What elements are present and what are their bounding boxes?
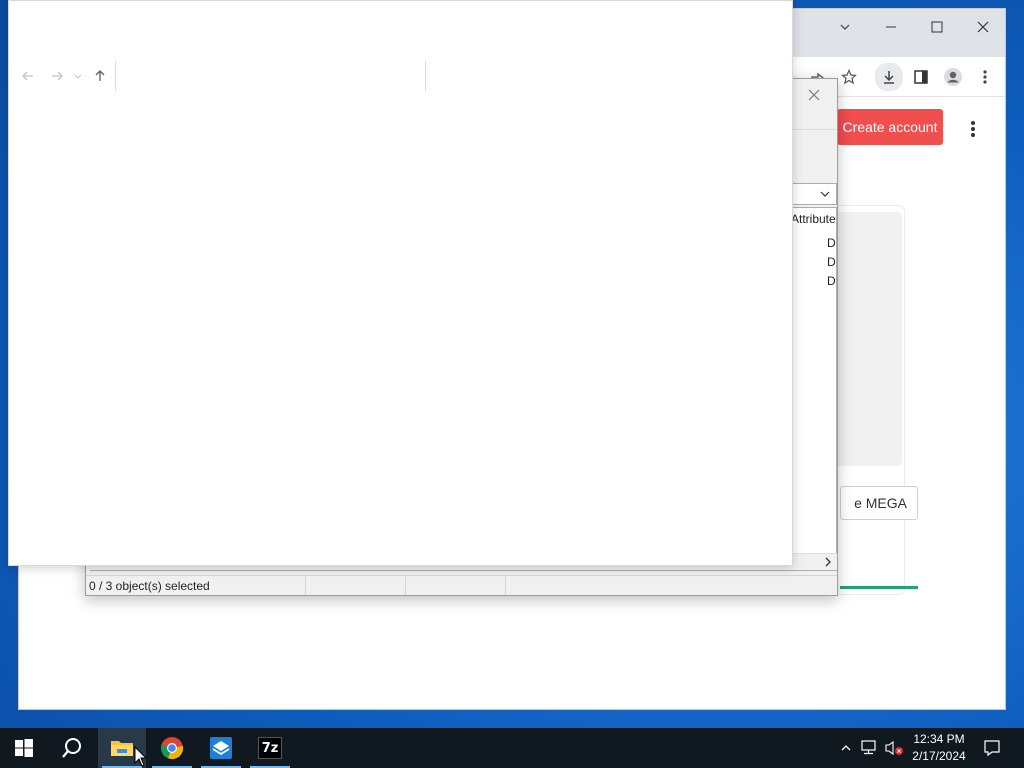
volume-muted-icon[interactable] bbox=[884, 738, 904, 758]
notification-icon[interactable] bbox=[982, 738, 1002, 758]
column-header-attributes[interactable]: Attribute bbox=[791, 212, 851, 230]
page-menu-icon[interactable] bbox=[961, 115, 985, 143]
back-arrow-icon[interactable] bbox=[17, 65, 39, 87]
status-modified bbox=[406, 576, 506, 595]
tab-search-icon[interactable] bbox=[823, 15, 867, 39]
status-selected: 0 / 3 object(s) selected bbox=[86, 576, 306, 595]
create-account-button[interactable]: Create account bbox=[837, 109, 943, 145]
mega-button[interactable]: e MEGA bbox=[840, 486, 918, 520]
chevron-right-icon[interactable] bbox=[821, 555, 835, 569]
progress-bar bbox=[840, 586, 918, 589]
desktop: Create account e MEGA Attribute D D D 0 … bbox=[0, 0, 1024, 728]
search-icon[interactable] bbox=[48, 728, 96, 768]
network-icon[interactable] bbox=[860, 738, 880, 758]
7zip-label: 7z bbox=[258, 737, 282, 759]
7zip-icon[interactable]: 7z bbox=[246, 728, 294, 768]
side-panel-icon[interactable] bbox=[909, 65, 933, 89]
taskbar: 7z 12:34 PM 2/17/2024 bbox=[0, 728, 1024, 768]
file-explorer-window bbox=[8, 0, 793, 566]
chevron-down-icon[interactable] bbox=[818, 186, 832, 202]
close-icon[interactable] bbox=[802, 83, 826, 107]
status-size bbox=[306, 576, 406, 595]
bookmark-star-icon[interactable] bbox=[837, 65, 861, 89]
table-row[interactable]: D bbox=[827, 236, 839, 250]
up-arrow-icon[interactable] bbox=[89, 65, 111, 87]
maximize-button[interactable] bbox=[915, 15, 959, 39]
profile-icon[interactable] bbox=[941, 65, 965, 89]
start-icon[interactable] bbox=[0, 728, 48, 768]
recent-locations-chevron-icon[interactable] bbox=[71, 65, 85, 87]
system-clock[interactable]: 12:34 PM 2/17/2024 bbox=[902, 731, 976, 765]
download-icon[interactable] bbox=[875, 63, 903, 91]
table-row[interactable]: D bbox=[827, 274, 839, 288]
clock-date: 2/17/2024 bbox=[912, 749, 966, 763]
mouse-cursor-icon bbox=[134, 745, 148, 768]
close-button[interactable] bbox=[961, 15, 1005, 39]
minimize-button[interactable] bbox=[869, 15, 913, 39]
status-bar: 0 / 3 object(s) selected bbox=[86, 575, 837, 595]
chrome-menu-icon[interactable] bbox=[973, 65, 997, 89]
forward-arrow-icon[interactable] bbox=[46, 65, 68, 87]
chrome-icon[interactable] bbox=[148, 728, 196, 768]
sandbox-icon[interactable] bbox=[197, 728, 245, 768]
address-bar-end bbox=[425, 61, 426, 91]
table-row[interactable]: D bbox=[827, 255, 839, 269]
clock-time: 12:34 PM bbox=[913, 732, 965, 746]
chevron-up-icon[interactable] bbox=[836, 738, 856, 758]
address-bar-start bbox=[115, 61, 116, 91]
